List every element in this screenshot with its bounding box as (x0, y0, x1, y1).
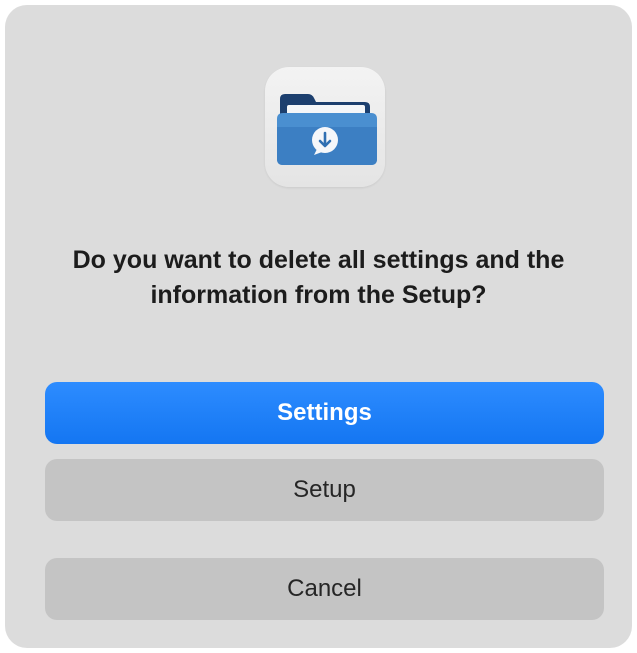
alert-dialog: Do you want to delete all settings and t… (5, 5, 632, 648)
setup-button[interactable]: Setup (45, 459, 604, 521)
settings-button[interactable]: Settings (45, 382, 604, 444)
cancel-button[interactable]: Cancel (45, 558, 604, 620)
dialog-message: Do you want to delete all settings and t… (72, 246, 565, 309)
folder-download-icon (265, 67, 385, 187)
